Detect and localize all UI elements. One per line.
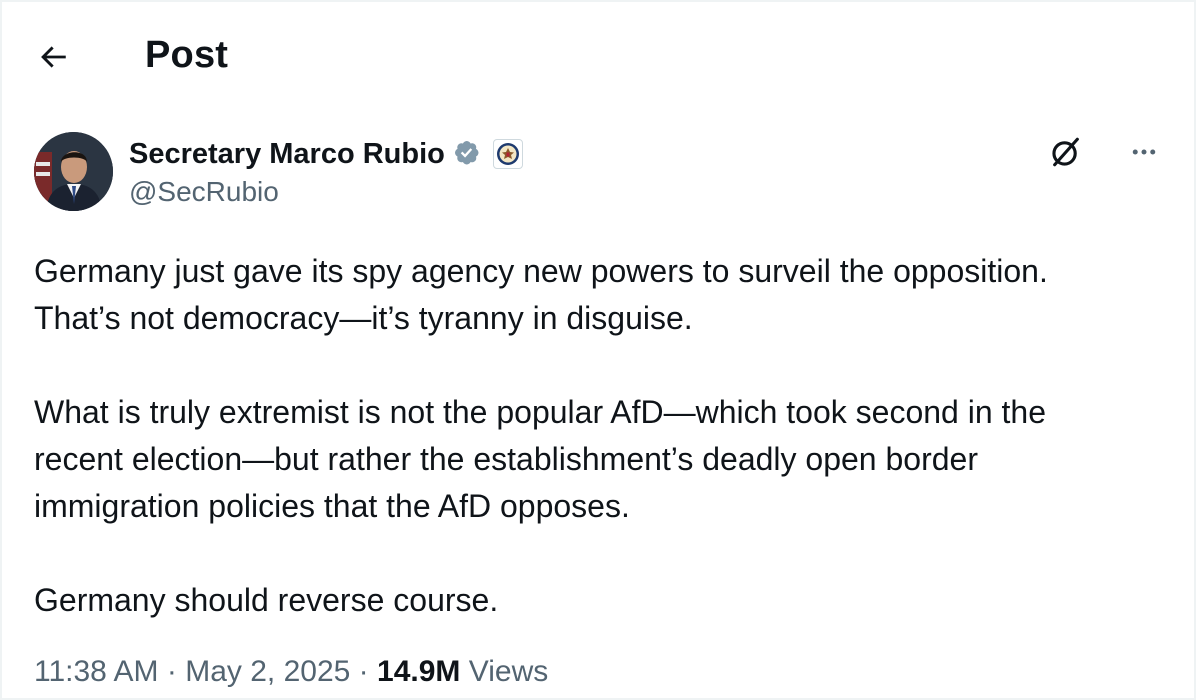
verified-badge-icon[interactable]	[453, 139, 483, 169]
post-text: Germany just gave its spy agency new pow…	[34, 248, 1164, 624]
views-label: Views	[468, 655, 549, 688]
avatar[interactable]	[34, 132, 113, 211]
back-button[interactable]	[30, 36, 76, 82]
post-time[interactable]: 11:38 AM	[34, 655, 159, 688]
display-name[interactable]: Secretary Marco Rubio	[129, 138, 445, 171]
page-header: Post	[0, 0, 1200, 115]
more-horizontal-icon	[1129, 137, 1159, 172]
author-handle[interactable]: @SecRubio	[129, 176, 279, 208]
post-date[interactable]: May 2, 2025	[185, 655, 350, 688]
post-text-line: immigration policies that the AfD oppose…	[34, 488, 630, 524]
post-text-line: That’s not democracy—it’s tyranny in dis…	[34, 300, 693, 336]
post-text-line: What is truly extremist is not the popul…	[34, 394, 1047, 430]
views-count: 14.9M	[377, 655, 461, 688]
post-text-line: recent election—but rather the establish…	[34, 441, 978, 477]
meta-separator: ·	[358, 655, 369, 688]
post-metadata: 11:38 AM · May 2, 2025 · 14.9M Views	[34, 655, 548, 689]
post-text-line: Germany just gave its spy agency new pow…	[34, 253, 1048, 289]
grok-button[interactable]	[1046, 134, 1086, 174]
meta-separator: ·	[166, 655, 177, 688]
arrow-left-icon	[36, 40, 70, 79]
page-title: Post	[145, 34, 229, 76]
more-button[interactable]	[1124, 134, 1164, 174]
post-text-line: Germany should reverse course.	[34, 582, 499, 618]
post-author: Secretary Marco Rubio @SecRubio	[34, 132, 1164, 214]
name-line: Secretary Marco Rubio	[129, 136, 523, 172]
grok-icon	[1049, 135, 1083, 174]
state-department-seal-icon[interactable]	[492, 139, 523, 169]
